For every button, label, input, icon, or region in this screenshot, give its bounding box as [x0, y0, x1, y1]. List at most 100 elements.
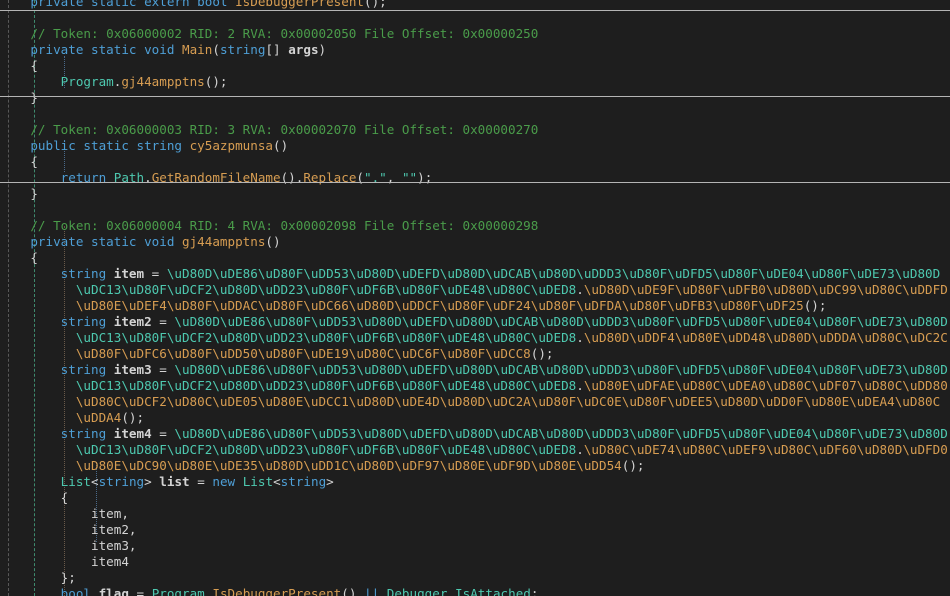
code-line[interactable]: string item3 = \uD80D\uDE86\uD80F\uDD53\… [0, 362, 950, 378]
token-plain: item, [91, 506, 129, 521]
token-type: Debugger [386, 586, 448, 596]
code-line[interactable]: }; [0, 570, 950, 586]
token-plain: }; [60, 570, 76, 585]
token-bold: item [113, 266, 145, 281]
token-keyword: bool [197, 0, 236, 9]
token-string_alt: \uD80D\uDE9F\uD80F\uDFB0\uD80D\uDC99\uD8… [583, 282, 948, 297]
code-line[interactable]: { [0, 58, 950, 74]
code-line[interactable]: \uDC13\uD80F\uDCF2\uD80D\uDD23\uD80F\uDF… [0, 378, 950, 394]
token-bold: item4 [113, 426, 152, 441]
token-method: gj44ampptns [182, 234, 266, 249]
token-keyword: string [280, 474, 327, 489]
code-line[interactable]: private static void Main(string[] args) [0, 42, 950, 58]
token-keyword: public [30, 138, 84, 153]
code-line[interactable] [0, 106, 950, 122]
token-type: List [60, 474, 92, 489]
code-line[interactable]: string item = \uD80D\uDE86\uD80F\uDD53\u… [0, 266, 950, 282]
code-line[interactable] [0, 10, 950, 26]
token-plain: = [128, 586, 152, 596]
token-plain: (); [621, 458, 645, 473]
code-line[interactable]: item2, [0, 522, 950, 538]
code-line[interactable]: \uD80E\uDEF4\uD80F\uDDAC\uD80F\uDC66\uD8… [0, 298, 950, 314]
token-type: Program [151, 586, 205, 596]
code-line[interactable]: { [0, 154, 950, 170]
token-keyword: || [364, 586, 387, 596]
code-line[interactable]: \uDC13\uD80F\uDCF2\uD80D\uDD23\uD80F\uDF… [0, 282, 950, 298]
token-string_alt: \uD80C\uDCF2\uD80C\uDE05\uD80E\uDCC1\uD8… [75, 394, 941, 409]
code-viewer[interactable]: private static extern bool IsDebuggerPre… [0, 0, 950, 596]
token-plain: () [265, 234, 281, 249]
code-line[interactable]: bool flag = Program.IsDebuggerPresent() … [0, 586, 950, 596]
token-type: IsAttached [455, 586, 531, 596]
code-line[interactable]: public static string cy5azpmunsa() [0, 138, 950, 154]
code-line[interactable]: item4 [0, 554, 950, 570]
token-keyword: extern [144, 0, 198, 9]
code-line[interactable]: { [0, 490, 950, 506]
code-line[interactable]: string item4 = \uD80D\uDE86\uD80F\uDD53\… [0, 426, 950, 442]
token-keyword: static [91, 0, 145, 9]
token-plain: item4 [91, 554, 129, 569]
code-line[interactable]: \uDC13\uD80F\uDCF2\uD80D\uDD23\uD80F\uDF… [0, 330, 950, 346]
code-line[interactable]: \uDDA4(); [0, 410, 950, 426]
token-keyword: private [30, 234, 92, 249]
code-line[interactable]: item, [0, 506, 950, 522]
token-plain: () [272, 138, 289, 153]
token-plain: ) [318, 42, 327, 57]
token-string: \uD80D\uDE86\uD80F\uDD53\uD80D\uDEFD\uD8… [166, 266, 941, 281]
code-line[interactable]: // Token: 0x06000002 RID: 2 RVA: 0x00002… [0, 26, 950, 42]
token-keyword: string [60, 266, 114, 281]
code-line[interactable]: List<string> list = new List<string> [0, 474, 950, 490]
code-line[interactable]: private static void gj44ampptns() [0, 234, 950, 250]
code-line[interactable]: // Token: 0x06000004 RID: 4 RVA: 0x00002… [0, 218, 950, 234]
token-string: \uDC13\uD80F\uDCF2\uD80D\uDD23\uD80F\uDF… [75, 330, 577, 345]
code-line[interactable]: { [0, 250, 950, 266]
token-plain: } [30, 186, 38, 201]
token-string_alt: \uDDA4 [75, 410, 122, 425]
token-plain: = [151, 314, 175, 329]
token-bold: item2 [113, 314, 152, 329]
code-line[interactable]: \uD80C\uDCF2\uD80C\uDE05\uD80E\uDCC1\uD8… [0, 394, 950, 410]
code-line[interactable]: Program.gj44ampptns(); [0, 74, 950, 90]
code-line[interactable] [0, 202, 950, 218]
token-keyword: private [30, 0, 92, 9]
token-string_alt: \uD80F\uDFC6\uD80F\uDD50\uD80F\uDE19\uD8… [75, 346, 531, 361]
code-line[interactable]: item3, [0, 538, 950, 554]
code-body[interactable]: private static extern bool IsDebuggerPre… [0, 0, 950, 596]
code-line[interactable]: } [0, 186, 950, 202]
code-line[interactable]: // Token: 0x06000003 RID: 3 RVA: 0x00002… [0, 122, 950, 138]
code-line[interactable]: \uD80E\uDC90\uD80E\uDE35\uD80D\uDD1C\uD8… [0, 458, 950, 474]
code-line[interactable]: } [0, 90, 950, 106]
code-line[interactable]: \uD80F\uDFC6\uD80F\uDD50\uD80F\uDE19\uD8… [0, 346, 950, 362]
code-line[interactable]: string item2 = \uD80D\uDE86\uD80F\uDD53\… [0, 314, 950, 330]
token-comment: // Token: 0x06000004 RID: 4 RVA: 0x00002… [30, 218, 539, 233]
token-plain: = [189, 474, 213, 489]
code-line[interactable]: \uDC13\uD80F\uDCF2\uD80D\uDD23\uD80F\uDF… [0, 442, 950, 458]
token-plain: (); [803, 298, 827, 313]
token-plain: [] [265, 42, 289, 57]
token-bold: args [288, 42, 319, 57]
token-string: \uDC13\uD80F\uDCF2\uD80D\uDD23\uD80F\uDF… [75, 282, 577, 297]
token-keyword: string [60, 362, 114, 377]
code-line[interactable]: private static extern bool IsDebuggerPre… [0, 0, 950, 10]
token-keyword: static [91, 234, 145, 249]
token-keyword: void [144, 234, 183, 249]
code-line[interactable]: return Path.GetRandomFileName().Replace(… [0, 170, 950, 186]
token-plain: { [30, 250, 38, 265]
region-separator [0, 10, 950, 11]
